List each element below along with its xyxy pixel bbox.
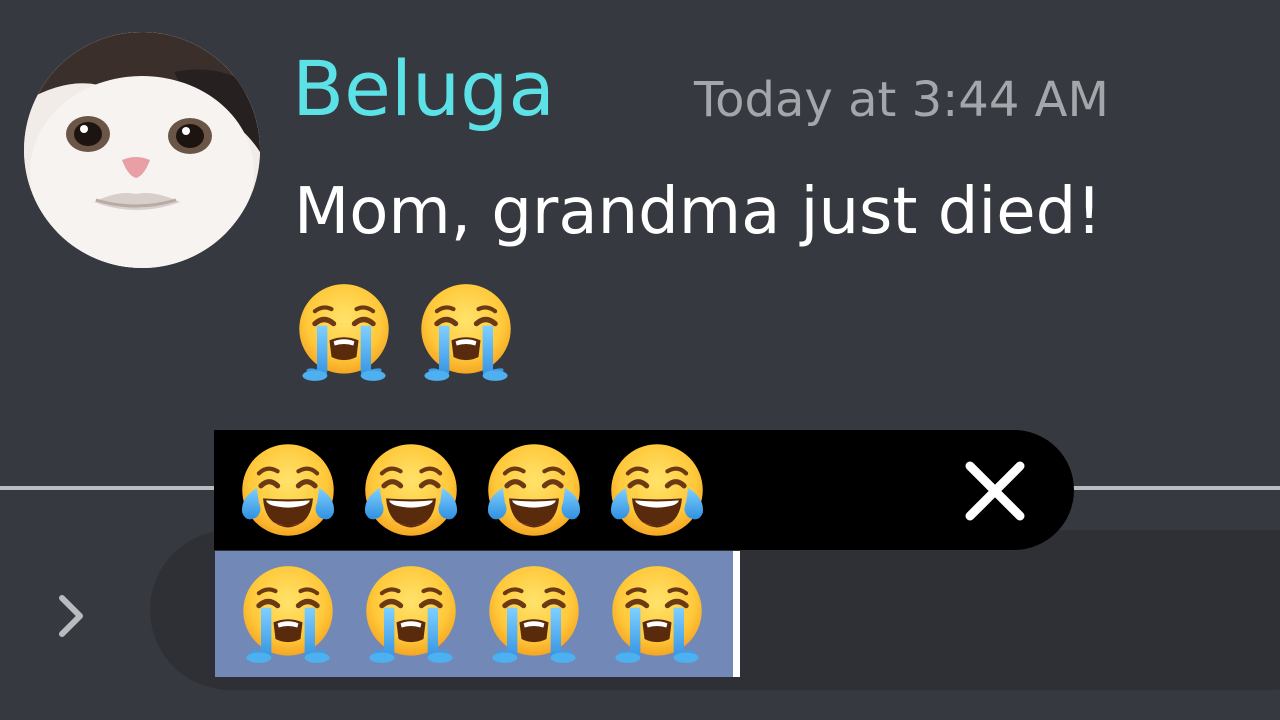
loudly-crying-face-emoji (605, 562, 709, 666)
loudly-crying-face-emoji (292, 280, 396, 384)
face-with-tears-of-joy-emoji[interactable] (482, 438, 586, 542)
chat-window: Beluga Today at 3:44 AM Mom, grandma jus… (0, 0, 1280, 720)
face-with-tears-of-joy-emoji[interactable] (359, 438, 463, 542)
chevron-right-icon[interactable] (52, 592, 92, 640)
face-with-tears-of-joy-emoji[interactable] (605, 438, 709, 542)
loudly-crying-face-emoji (236, 562, 340, 666)
loudly-crying-face-emoji (359, 562, 463, 666)
message-username[interactable]: Beluga (292, 44, 555, 134)
message-text: Mom, grandma just died! (294, 175, 1102, 249)
cat-avatar-image (24, 32, 260, 268)
face-with-tears-of-joy-emoji[interactable] (236, 438, 340, 542)
loudly-crying-face-emoji (482, 562, 586, 666)
message-timestamp: Today at 3:44 AM (694, 72, 1109, 128)
close-icon[interactable] (960, 456, 1030, 526)
text-caret (733, 551, 740, 677)
user-avatar[interactable] (24, 32, 260, 268)
loudly-crying-face-emoji (414, 280, 518, 384)
